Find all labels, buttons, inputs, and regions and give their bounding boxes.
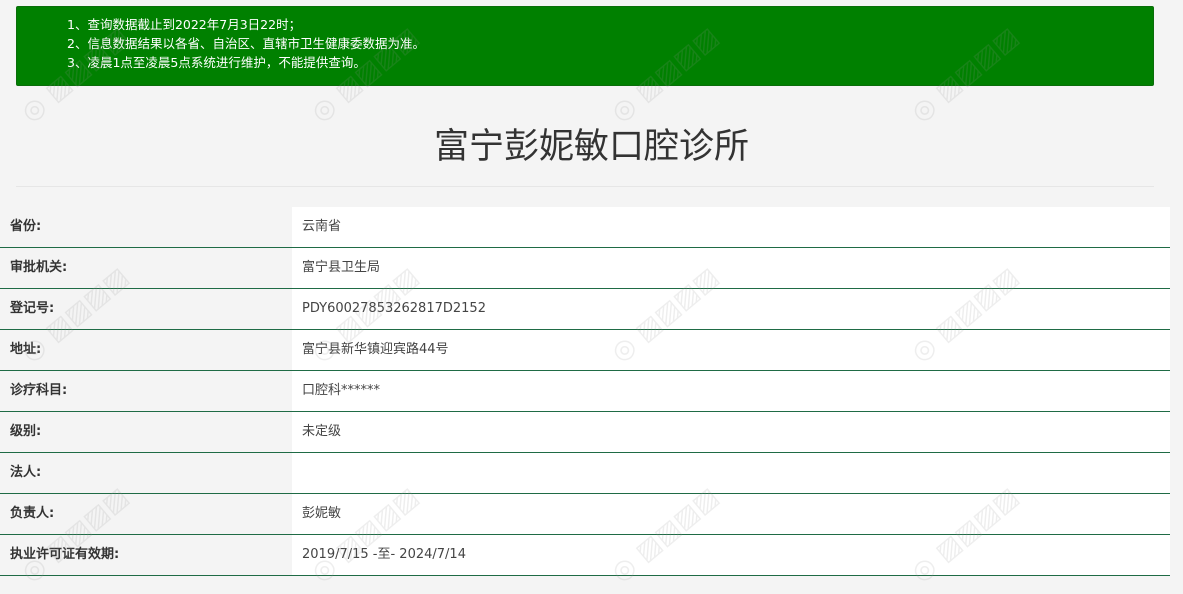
departments-label: 诊疗科目: bbox=[0, 371, 292, 411]
person-in-charge-label: 负责人: bbox=[0, 494, 292, 534]
notice-item: 2、信息数据结果以各省、自治区、直辖市卫生健康委数据为准。 bbox=[67, 36, 425, 51]
license-validity-value: 2019/7/15 -至- 2024/7/14 bbox=[292, 535, 1170, 575]
info-row-approval-authority: 审批机关: 富宁县卫生局 bbox=[0, 248, 1170, 289]
info-row-level: 级别: 未定级 bbox=[0, 412, 1170, 453]
notice-list: 1、查询数据截止到2022年7月3日22时； 2、信息数据结果以各省、自治区、直… bbox=[67, 15, 1153, 72]
approval-authority-value: 富宁县卫生局 bbox=[292, 248, 1170, 288]
info-row-license-validity: 执业许可证有效期: 2019/7/15 -至- 2024/7/14 bbox=[0, 535, 1170, 576]
level-label: 级别: bbox=[0, 412, 292, 452]
notice-item: 3、凌晨1点至凌晨5点系统进行维护，不能提供查询。 bbox=[67, 55, 366, 70]
level-value: 未定级 bbox=[292, 412, 1170, 452]
registration-number-label: 登记号: bbox=[0, 289, 292, 329]
province-value: 云南省 bbox=[292, 207, 1170, 247]
person-in-charge-value: 彭妮敏 bbox=[292, 494, 1170, 534]
legal-person-value bbox=[292, 453, 1170, 493]
info-row-legal-person: 法人: bbox=[0, 453, 1170, 494]
license-validity-label: 执业许可证有效期: bbox=[0, 535, 292, 575]
title-divider bbox=[16, 186, 1154, 187]
address-value: 富宁县新华镇迎宾路44号 bbox=[292, 330, 1170, 370]
approval-authority-label: 审批机关: bbox=[0, 248, 292, 288]
legal-person-label: 法人: bbox=[0, 453, 292, 493]
info-row-departments: 诊疗科目: 口腔科****** bbox=[0, 371, 1170, 412]
address-label: 地址: bbox=[0, 330, 292, 370]
notice-item: 1、查询数据截止到2022年7月3日22时； bbox=[67, 17, 302, 32]
info-row-registration-number: 登记号: PDY60027853262817D2152 bbox=[0, 289, 1170, 330]
page-title: 富宁彭妮敏口腔诊所 bbox=[433, 127, 749, 167]
info-row-person-in-charge: 负责人: 彭妮敏 bbox=[0, 494, 1170, 535]
registration-number-value: PDY60027853262817D2152 bbox=[292, 289, 1170, 329]
notice-banner: 1、查询数据截止到2022年7月3日22时； 2、信息数据结果以各省、自治区、直… bbox=[16, 6, 1154, 86]
info-row-address: 地址: 富宁县新华镇迎宾路44号 bbox=[0, 330, 1170, 371]
info-row-province: 省份: 云南省 bbox=[0, 207, 1170, 248]
province-label: 省份: bbox=[0, 207, 292, 247]
departments-value: 口腔科****** bbox=[292, 371, 1170, 411]
info-table: 省份: 云南省 审批机关: 富宁县卫生局 登记号: PDY60027853262… bbox=[0, 207, 1170, 576]
